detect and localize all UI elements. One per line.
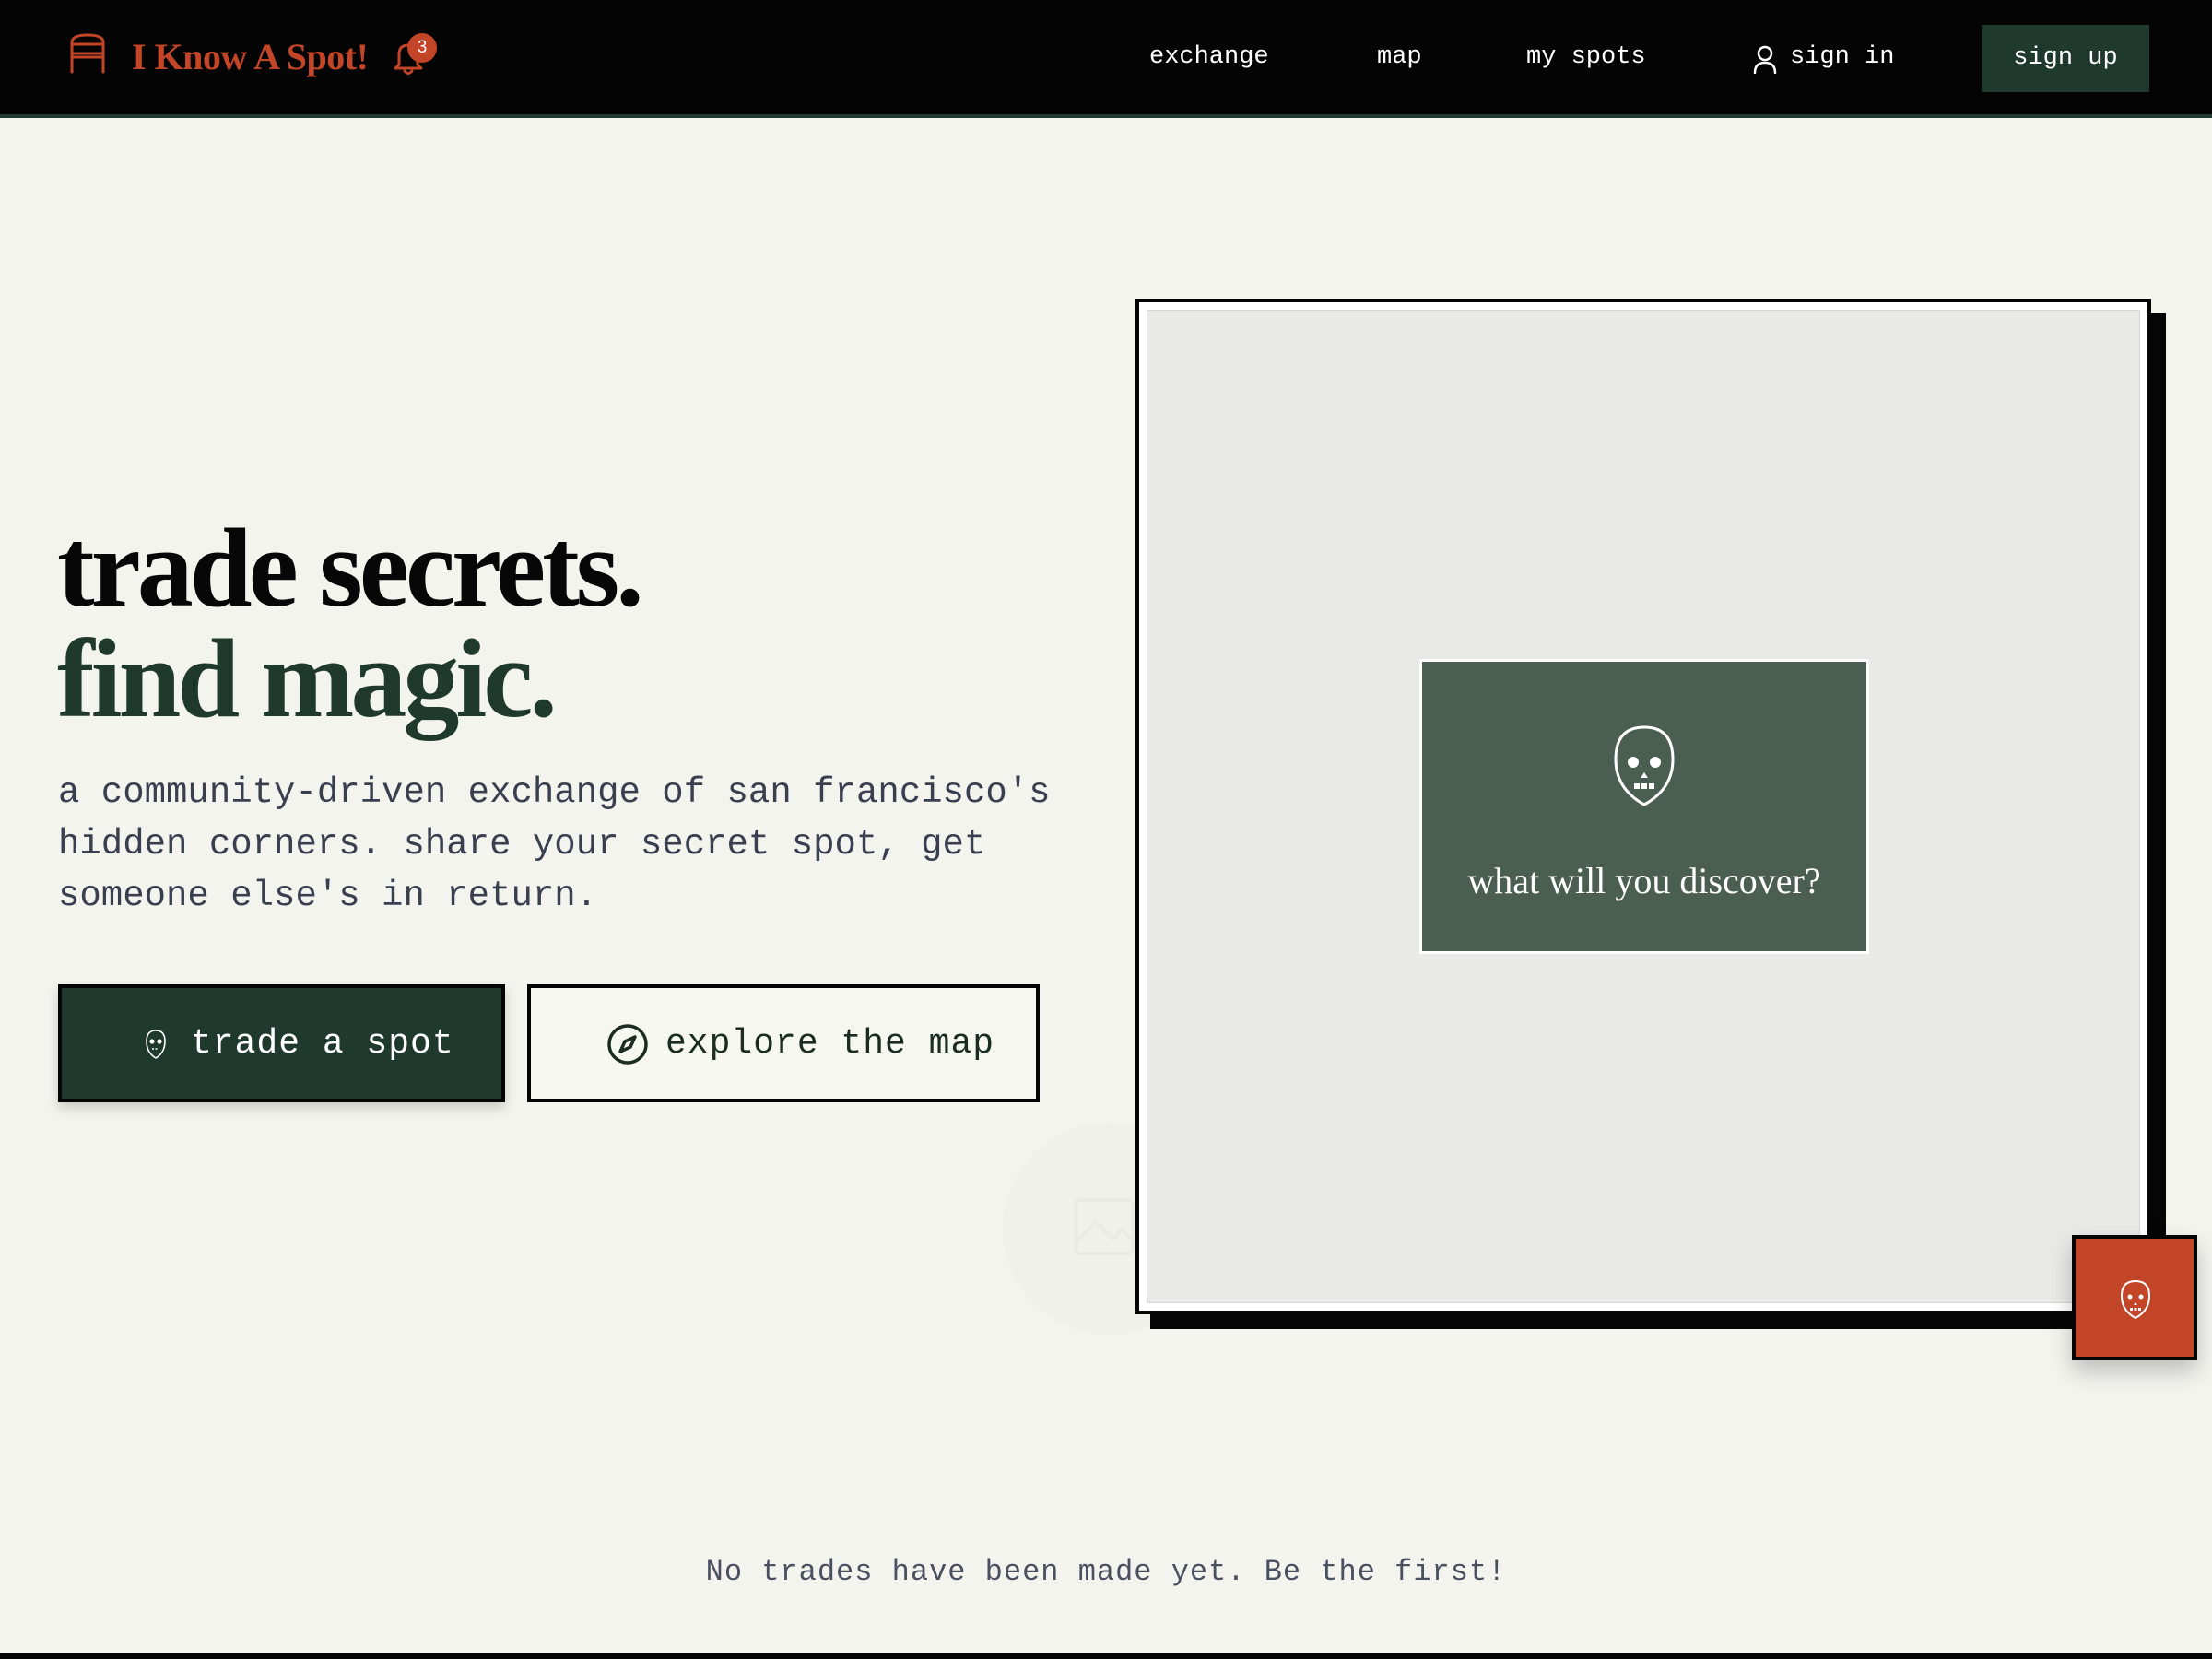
notifications-button[interactable]: 3 [389, 33, 437, 81]
top-nav: I Know A Spot! 3 exchange map my spots s… [0, 0, 2212, 118]
bottom-divider [0, 1653, 2212, 1659]
mask-icon [146, 1030, 166, 1059]
nav-my-spots-link[interactable]: my spots [1526, 37, 1646, 77]
hero-description: a community-driven exchange of san franc… [58, 772, 1051, 916]
mask-icon [1614, 725, 1675, 806]
bench-logo-icon[interactable] [66, 31, 109, 74]
nav-map-link[interactable]: map [1377, 37, 1422, 77]
nav-exchange-link[interactable]: exchange [1149, 37, 1269, 77]
explore-the-map-label: explore the map [665, 1024, 995, 1064]
explore-the-map-button[interactable]: explore the map [527, 984, 1040, 1102]
sign-in-label: sign in [1790, 43, 1895, 71]
sign-up-button[interactable]: sign up [1982, 25, 2149, 92]
brand-name[interactable]: I Know A Spot! [132, 35, 369, 79]
image-icon [1074, 1198, 1135, 1255]
trade-a-spot-label: trade a spot [191, 1024, 454, 1064]
notification-count-badge: 3 [407, 33, 437, 63]
discover-prompt: what will you discover? [1467, 860, 1821, 901]
no-trades-message: No trades have been made yet. Be the fir… [705, 1555, 1507, 1589]
compass-icon [607, 1024, 648, 1065]
mask-icon [2120, 1279, 2151, 1320]
headline-find-magic: find magic. [57, 617, 558, 741]
nav-sign-in-link[interactable]: sign in [1753, 37, 1894, 77]
trade-a-spot-button[interactable]: trade a spot [58, 984, 505, 1102]
headline-trade-secrets: trade secrets. [57, 506, 644, 630]
discover-card: what will you discover? [1419, 659, 1869, 954]
random-spot-button[interactable] [2072, 1235, 2197, 1360]
